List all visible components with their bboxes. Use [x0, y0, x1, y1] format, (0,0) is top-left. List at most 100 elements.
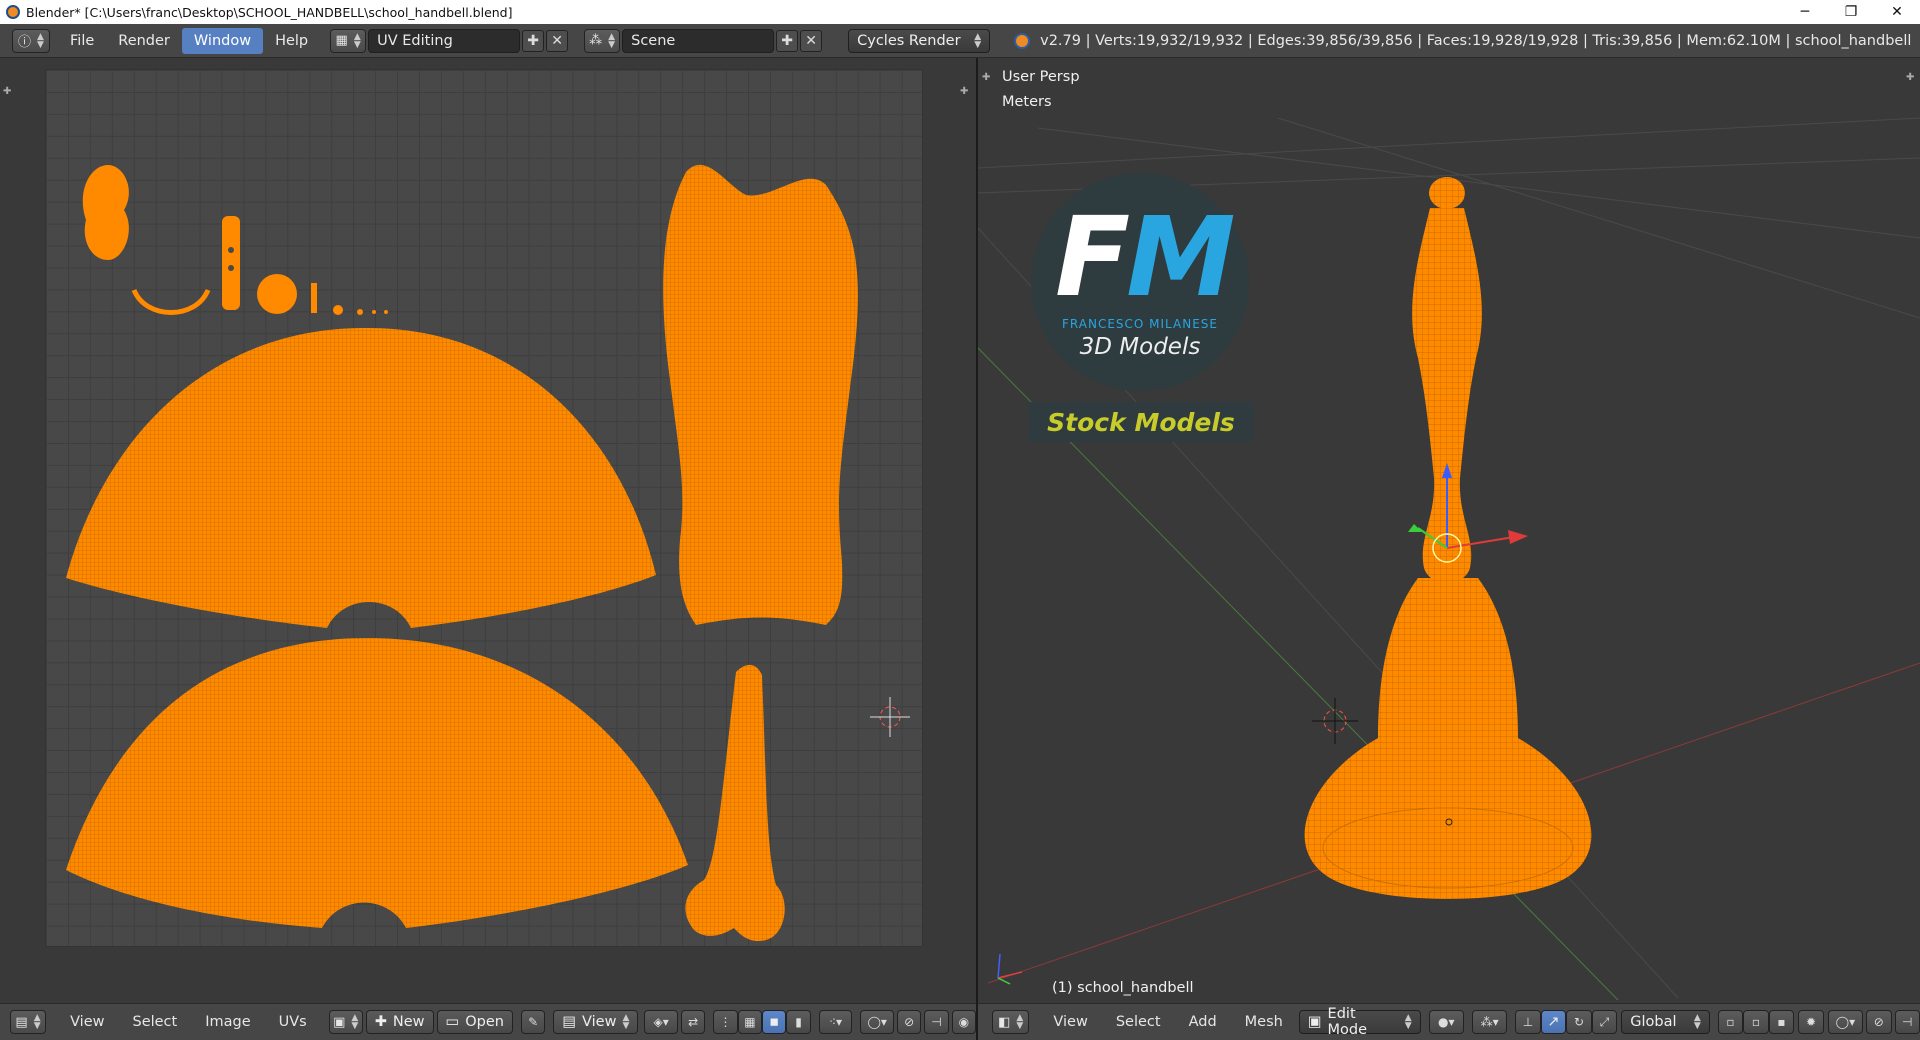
- snap-icon[interactable]: ⊘: [1866, 1010, 1892, 1034]
- uv-island-small-handle: [222, 216, 240, 310]
- screen-layout-browse-button[interactable]: ▦ ▲ ▼: [330, 28, 367, 53]
- manipulator-toggle-icon[interactable]: ⊥: [1515, 1010, 1541, 1034]
- layer-2-icon[interactable]: ▫: [1743, 1010, 1769, 1034]
- y-axis-line: [978, 347, 1619, 1000]
- translate-manipulator-icon[interactable]: ↗: [1540, 1010, 1567, 1034]
- view3d-menu-mesh[interactable]: Mesh: [1235, 1014, 1293, 1030]
- render-layer-icon[interactable]: ✹: [1798, 1010, 1824, 1034]
- image-icon: ▣: [333, 1014, 346, 1030]
- snap-icon[interactable]: ⊘: [897, 1010, 922, 1034]
- info-header: ⓘ ▲ ▼ File Render Window Help ▦ ▲ ▼ UV Editi…: [0, 24, 1920, 58]
- uv-island-handle-body: [663, 164, 858, 626]
- image-browse-button[interactable]: ▣ ▲ ▼: [328, 1010, 363, 1034]
- uv-menu-select[interactable]: Select: [122, 1014, 187, 1030]
- folder-icon: ▭: [445, 1014, 460, 1030]
- 3d-view-header: ◧ ▲ ▼ View Select Add Mesh ▣ Edit Mode ▲ ▼ ●…: [978, 1003, 1920, 1040]
- logo-initial-m: M: [1126, 193, 1235, 321]
- updown-icon: ▲ ▼: [353, 31, 361, 50]
- vertex-select-icon[interactable]: ⋮: [713, 1010, 738, 1034]
- viewport-shading-icon[interactable]: ●▾: [1428, 1010, 1464, 1034]
- logo-author: FRANCESCO MILANESE: [1062, 317, 1218, 331]
- sync-selection-icon[interactable]: ⇄: [681, 1010, 706, 1034]
- pivot-dropdown-icon[interactable]: ◈▾: [644, 1010, 678, 1034]
- 3d-editor-type-button[interactable]: ◧ ▲ ▼: [992, 1010, 1030, 1034]
- mode-dropdown[interactable]: ▣ Edit Mode ▲ ▼: [1298, 1006, 1421, 1038]
- open-image-label: Open: [465, 1014, 504, 1030]
- view3d-menu-add[interactable]: Add: [1179, 1014, 1227, 1030]
- menu-window[interactable]: Window: [181, 27, 264, 54]
- menu-render[interactable]: Render: [106, 28, 182, 54]
- uv-canvas[interactable]: [45, 69, 923, 947]
- render-engine-label: Cycles Render: [857, 32, 961, 49]
- info-editor-type-button[interactable]: ⓘ ▲ ▼: [12, 28, 50, 53]
- edit-mode-icon: ▣: [1307, 1014, 1322, 1030]
- close-button[interactable]: ✕: [1874, 0, 1920, 24]
- menu-file[interactable]: File: [58, 28, 106, 54]
- layout-icon: ▦: [335, 33, 348, 48]
- view-mode-icon: ▤: [562, 1014, 577, 1030]
- remove-screen-icon[interactable]: ✕: [546, 29, 569, 52]
- face-select-icon[interactable]: ▪: [762, 1010, 787, 1034]
- uv-image-editor[interactable]: ✚ ✚: [0, 58, 976, 1000]
- add-scene-icon[interactable]: ✚: [776, 29, 799, 52]
- island-select-icon[interactable]: ▮: [786, 1010, 811, 1034]
- updown-icon: ▲ ▼: [622, 1013, 630, 1031]
- updown-icon: ▲ ▼: [1693, 1013, 1701, 1031]
- cube-icon: ◧: [998, 1014, 1011, 1030]
- uv-island-arc: [131, 288, 211, 315]
- uv-editor-type-button[interactable]: ▤ ▲ ▼: [10, 1010, 47, 1034]
- uv-editor-header: ▤ ▲ ▼ View Select Image UVs ▣ ▲ ▼ ✚ New ▭ Open…: [0, 1003, 977, 1040]
- sticky-mode-icon[interactable]: ⁖▾: [818, 1010, 853, 1034]
- fm-logo-circle: FM FRANCESCO MILANESE 3D Models: [1031, 173, 1249, 391]
- layer-3-icon[interactable]: ▪: [1768, 1010, 1795, 1034]
- scene-browse-button[interactable]: ⁂ ▲ ▼: [584, 28, 621, 53]
- scale-manipulator-icon[interactable]: ⤢: [1591, 1010, 1618, 1034]
- uv-islands: [66, 164, 910, 942]
- updown-icon: ▲ ▼: [608, 31, 616, 50]
- pivot-point-icon[interactable]: ⁂▾: [1471, 1010, 1508, 1034]
- minimize-button[interactable]: ─: [1782, 0, 1828, 24]
- rotate-manipulator-icon[interactable]: ↻: [1566, 1010, 1592, 1034]
- scene-statistics: v2.79 | Verts:19,932/19,932 | Edges:39,8…: [1040, 32, 1912, 49]
- uv-menu-image[interactable]: Image: [195, 1014, 260, 1030]
- updown-icon: ▲ ▼: [33, 1013, 41, 1031]
- remove-scene-icon[interactable]: ✕: [800, 29, 823, 52]
- uv-island-handle-stem: [685, 664, 785, 942]
- scene-field[interactable]: Scene: [622, 28, 775, 53]
- menu-help[interactable]: Help: [263, 28, 320, 54]
- uv-island-cap: [82, 165, 129, 260]
- view3d-menu-view[interactable]: View: [1043, 1014, 1097, 1030]
- uv-island-disc: [257, 274, 297, 314]
- pin-icon[interactable]: ✎: [520, 1010, 546, 1034]
- 3d-viewport[interactable]: ✚ ✚ User Persp Meters FM FRANCESCO MILAN…: [978, 58, 1920, 1000]
- proportional-edit-icon[interactable]: ◯▾: [860, 1010, 894, 1034]
- render-slot-icon[interactable]: ◉: [951, 1010, 977, 1034]
- new-image-button[interactable]: ✚ New: [365, 1010, 434, 1034]
- new-image-label: New: [392, 1014, 425, 1030]
- view-axis-widget: [997, 953, 1023, 985]
- updown-icon: ▲ ▼: [1016, 1013, 1024, 1031]
- active-object-label: (1) school_handbell: [1052, 980, 1194, 996]
- uv-menu-view[interactable]: View: [60, 1014, 114, 1030]
- edge-select-icon[interactable]: ▦: [737, 1010, 763, 1034]
- updown-icon: ▲ ▼: [974, 31, 982, 50]
- updown-icon: ▲ ▼: [351, 1013, 359, 1031]
- proportional-edit-icon[interactable]: ◯▾: [1827, 1010, 1864, 1034]
- snap-element-icon[interactable]: ⊣: [1894, 1010, 1920, 1034]
- render-engine-dropdown[interactable]: Cycles Render ▲ ▼: [848, 28, 991, 53]
- logo-banner: Stock Models: [1028, 402, 1254, 442]
- blender-logo-icon: [6, 5, 20, 19]
- maximize-button[interactable]: ❐: [1828, 0, 1874, 24]
- transform-orientation-dropdown[interactable]: Global ▲ ▼: [1621, 1010, 1710, 1034]
- main-menu: File Render Window Help: [58, 27, 320, 54]
- snap-element-icon[interactable]: ⊣: [924, 1010, 949, 1034]
- uv-menu-uvs[interactable]: UVs: [269, 1014, 317, 1030]
- toolshelf-toggle-icon[interactable]: ✚: [3, 86, 11, 97]
- open-image-button[interactable]: ▭ Open: [436, 1010, 513, 1034]
- screen-layout-field[interactable]: UV Editing: [368, 28, 521, 53]
- properties-toggle-icon[interactable]: ✚: [960, 86, 968, 97]
- add-screen-icon[interactable]: ✚: [522, 29, 545, 52]
- view3d-menu-select[interactable]: Select: [1106, 1014, 1171, 1030]
- layer-1-icon[interactable]: ▫: [1717, 1010, 1744, 1034]
- view-mode-dropdown[interactable]: ▤ View ▲ ▼: [553, 1010, 639, 1034]
